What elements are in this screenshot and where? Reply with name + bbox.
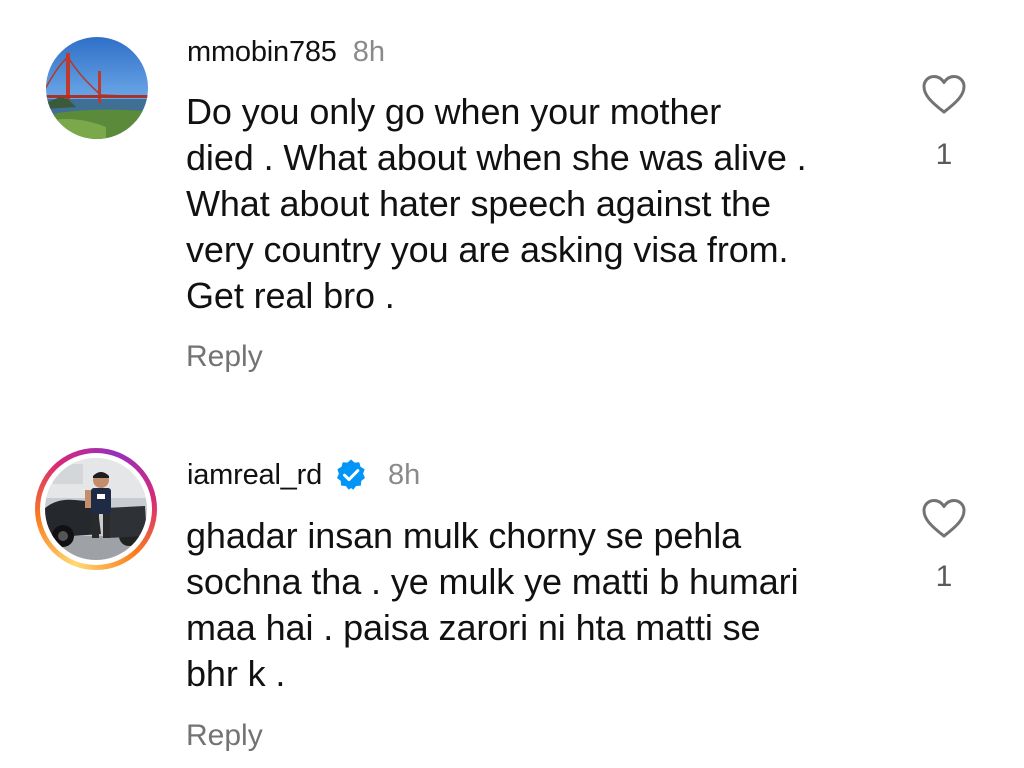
comment-item: iamreal_rd 8h ghadar insan mulk chorny s… xyxy=(0,430,1024,768)
like-count: 1 xyxy=(935,138,953,171)
heart-outline-icon[interactable] xyxy=(921,74,967,116)
comment-item: mmobin785 8h Do you only go when your mo… xyxy=(0,0,1024,400)
avatar-man-with-car-image xyxy=(45,458,147,560)
username[interactable]: mmobin785 xyxy=(187,36,337,69)
avatar xyxy=(45,458,147,560)
verified-badge-icon xyxy=(334,458,368,492)
like-count: 1 xyxy=(935,560,953,593)
reply-button[interactable]: Reply xyxy=(186,340,263,374)
comment-header: iamreal_rd 8h xyxy=(187,455,420,495)
comment-text: Do you only go when your mother died . W… xyxy=(186,91,807,316)
comment-header: mmobin785 8h xyxy=(187,32,385,72)
timestamp: 8h xyxy=(352,35,385,68)
username[interactable]: iamreal_rd xyxy=(187,459,322,492)
avatar-golden-gate-image xyxy=(46,37,148,139)
reply-button[interactable]: Reply xyxy=(186,719,263,753)
comment-text: ghadar insan mulk chorny se pehla sochna… xyxy=(186,515,799,694)
story-ring[interactable] xyxy=(35,448,157,570)
timestamp: 8h xyxy=(388,458,421,491)
avatar[interactable] xyxy=(46,37,148,139)
heart-outline-icon[interactable] xyxy=(921,498,967,540)
